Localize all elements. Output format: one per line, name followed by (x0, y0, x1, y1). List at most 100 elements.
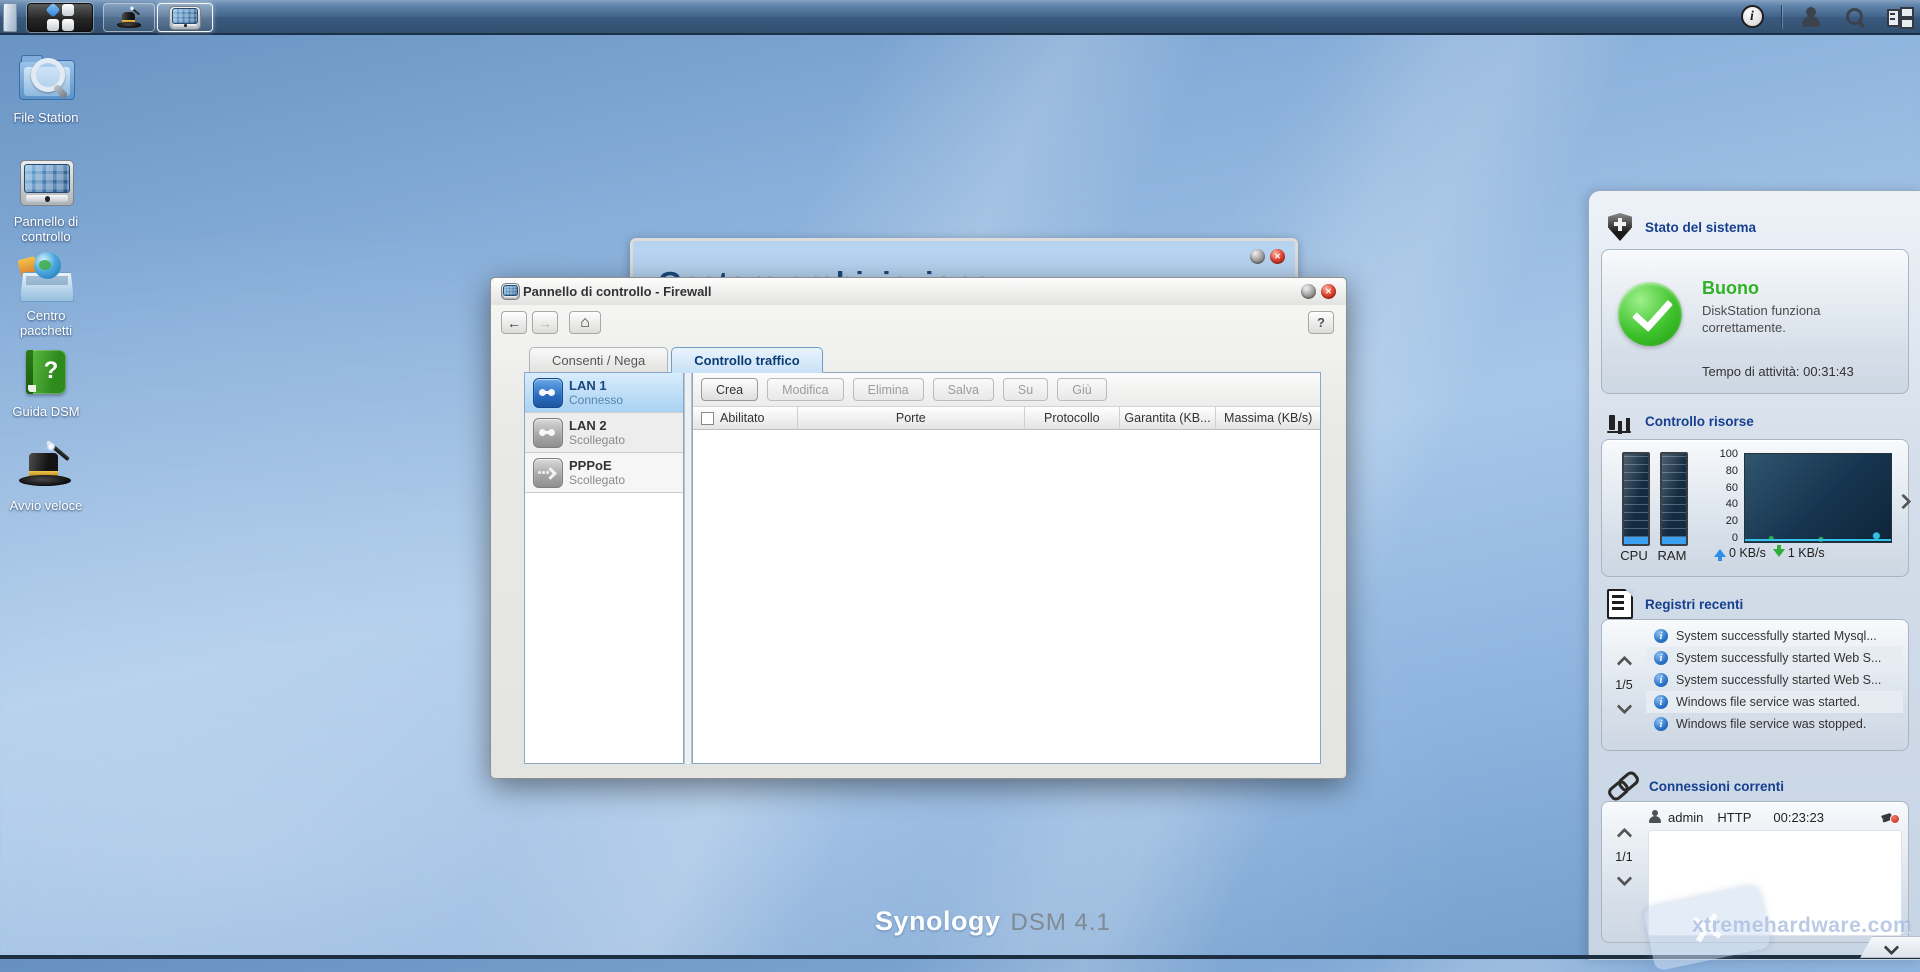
column-protocol[interactable]: Protocollo (1025, 407, 1120, 429)
file-station-icon (17, 52, 75, 104)
system-info-button[interactable]: i (1737, 3, 1767, 30)
status-ok-icon (1618, 282, 1682, 346)
page-down-icon[interactable] (1616, 870, 1632, 887)
column-ports[interactable]: Porte (798, 407, 1025, 429)
panel-splitter[interactable] (684, 372, 692, 764)
control-panel-window-icon (169, 5, 201, 30)
connection-user: admin (1668, 809, 1704, 825)
download-rate: 1 KB/s (1787, 546, 1825, 560)
tab-traffic-control[interactable]: Controllo traffico (671, 347, 823, 373)
page-up-icon[interactable] (1616, 655, 1632, 672)
ytick: 40 (1725, 498, 1738, 511)
rules-table-body[interactable] (693, 430, 1320, 763)
column-enabled[interactable]: Abilitato (693, 407, 798, 429)
widget-title: Stato del sistema (1645, 219, 1757, 235)
desktop-icon-package-center[interactable]: Centro pacchetti (0, 250, 92, 338)
log-text: System successfully started Web S... (1676, 651, 1882, 665)
column-label: Porte (895, 411, 926, 425)
log-row[interactable]: i System successfully started Web S... (1646, 669, 1903, 691)
ytick: 0 (1731, 531, 1738, 544)
column-label: Garantita (KB... (1124, 411, 1211, 425)
resource-expand-chevron-icon[interactable] (1895, 493, 1912, 510)
edit-button[interactable]: Modifica (767, 378, 844, 401)
system-health-card: Buono DiskStation funziona correttamente… (1601, 249, 1909, 394)
desktop-icon-file-station[interactable]: File Station (0, 52, 92, 125)
create-button[interactable]: Crea (701, 378, 759, 401)
page-down-icon[interactable] (1616, 698, 1632, 715)
window-titlebar[interactable]: Pannello di controllo - Firewall (491, 278, 1346, 305)
connection-row[interactable]: admin HTTP 00:23:23 (1648, 806, 1900, 828)
window-nav: ← → ⌂ (501, 311, 601, 334)
column-guaranteed[interactable]: Garantita (KB... (1120, 407, 1217, 429)
user-menu-button[interactable] (1796, 3, 1826, 30)
ytick: 100 (1719, 448, 1738, 460)
connections-empty-area (1648, 830, 1902, 936)
taskbar-active-window-button[interactable] (157, 3, 213, 32)
storage-manager-window[interactable]: Gestore archiviazione (630, 238, 1298, 281)
status-description: DiskStation funziona correttamente. (1702, 303, 1821, 335)
menu-square-icon (61, 4, 74, 16)
forward-button[interactable]: → (532, 311, 558, 334)
log-list: i System successfully started Mysql... iS… (1646, 625, 1903, 735)
info-icon: i (1654, 651, 1668, 665)
desktop-icon-quick-start[interactable]: Avvio veloce (0, 440, 92, 513)
tab-allow-deny[interactable]: Consenti / Nega (529, 347, 669, 373)
shield-icon (1608, 213, 1632, 241)
bar-chart-icon (1607, 409, 1633, 433)
network-legend: 0 KB/s 1 KB/s (1714, 545, 1825, 561)
chevron-down-icon (1883, 939, 1899, 955)
minimize-button[interactable] (1301, 284, 1316, 299)
save-button[interactable]: Salva (932, 378, 994, 401)
traffic-rules-panel: Crea Modifica Elimina Salva Su Giù Abili… (692, 372, 1321, 764)
show-desktop-button[interactable] (3, 3, 17, 32)
connection-duration: 00:23:23 (1773, 809, 1824, 825)
minimize-button[interactable] (1250, 249, 1265, 264)
desktop-icon-control-panel[interactable]: Pannello di controllo (0, 156, 92, 244)
help-button[interactable]: ? (1308, 311, 1334, 334)
back-button[interactable]: ← (501, 311, 527, 334)
resource-monitor-header: Controllo risorse (1607, 409, 1754, 433)
dsm-logo: Synology DSM 4.1 (875, 906, 1111, 937)
up-button[interactable]: Su (1002, 378, 1049, 401)
log-row[interactable]: i Windows file service was started. (1646, 691, 1903, 713)
logs-pager: 1/5 (1602, 620, 1646, 750)
info-icon: i (1654, 717, 1668, 731)
interface-item-lan1[interactable]: LAN 1 Connesso (525, 373, 683, 413)
taskbar-right-group: i (1737, 0, 1914, 33)
search-button[interactable] (1840, 3, 1870, 30)
log-row[interactable]: i System successfully started Web S... (1646, 647, 1903, 669)
pppoe-icon (533, 458, 563, 488)
page-up-icon[interactable] (1616, 827, 1632, 844)
select-all-checkbox[interactable] (701, 411, 714, 425)
document-icon (1607, 589, 1633, 619)
delete-button[interactable]: Elimina (852, 378, 924, 401)
column-maximum[interactable]: Massima (KB/s) (1216, 407, 1320, 429)
column-label: Abilitato (720, 411, 765, 425)
quick-launch-button[interactable] (103, 3, 155, 32)
recent-logs-header: Registri recenti (1607, 589, 1743, 619)
close-icon[interactable] (1321, 284, 1336, 299)
main-menu-button[interactable] (27, 2, 93, 32)
taskbar-separator (1781, 4, 1782, 29)
widget-title: Connessioni correnti (1649, 778, 1785, 794)
down-button[interactable]: Giù (1057, 378, 1107, 401)
interface-item-pppoe[interactable]: PPPoE Scollegato (525, 453, 683, 493)
network-graph (1744, 453, 1892, 543)
page-indicator: 1/1 (1615, 850, 1633, 864)
home-button[interactable]: ⌂ (569, 311, 601, 334)
log-row[interactable]: i System successfully started Mysql... (1646, 625, 1903, 647)
desktop-icon-label: Avvio veloce (9, 498, 83, 513)
pilot-view-button[interactable] (1884, 3, 1914, 30)
interface-list: LAN 1 Connesso LAN 2 Scollegato PPPoE Sc… (524, 372, 684, 764)
disconnect-icon[interactable] (1882, 810, 1900, 824)
desktop-icon-dsm-help[interactable]: ? Guida DSM (0, 346, 92, 419)
package-center-icon (17, 250, 75, 302)
close-icon[interactable] (1270, 249, 1285, 264)
window-app-icon (501, 283, 520, 300)
interface-status: Scollegato (569, 433, 626, 447)
resource-monitor-card: CPU RAM 100 80 60 40 20 0 0 KB/s 1 KB/s (1601, 439, 1912, 577)
status-text: Buono (1702, 278, 1759, 298)
log-row[interactable]: i Windows file service was stopped. (1646, 713, 1903, 735)
info-icon: i (1654, 695, 1668, 709)
interface-item-lan2[interactable]: LAN 2 Scollegato (525, 413, 683, 453)
